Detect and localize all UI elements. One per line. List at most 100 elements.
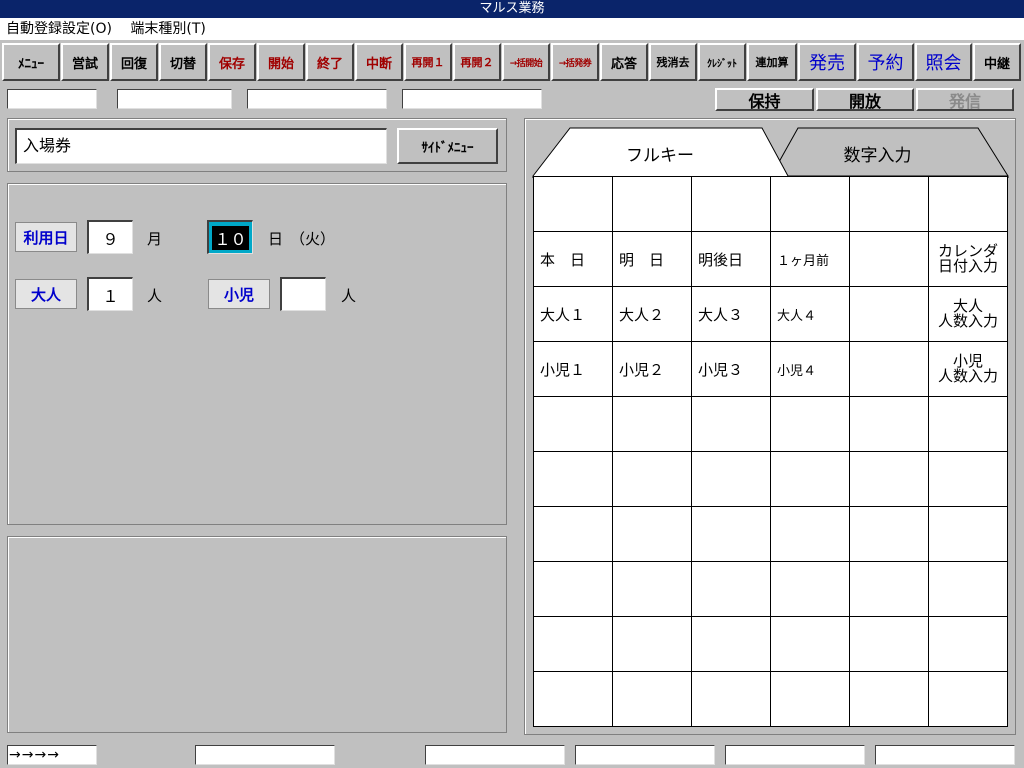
keypad-key[interactable] <box>612 671 692 727</box>
keypad-key[interactable]: カレンダ 日付入力 <box>928 231 1008 287</box>
pause-button[interactable]: 中断 <box>355 43 403 81</box>
keypad-key[interactable] <box>928 616 1008 672</box>
menu-auto-register[interactable]: 自動登録設定(O) <box>6 21 112 37</box>
keypad-key[interactable]: 小児４ <box>770 341 850 397</box>
keypad-key[interactable] <box>612 396 692 452</box>
start-button[interactable]: 開始 <box>257 43 305 81</box>
serial-add-button[interactable]: 連加算 <box>747 43 797 81</box>
save-button[interactable]: 保存 <box>208 43 256 81</box>
keypad-key[interactable] <box>612 176 692 232</box>
window-title: マルス業務 <box>0 0 1024 18</box>
keypad-key[interactable] <box>691 451 771 507</box>
keypad-key[interactable]: 小児２ <box>612 341 692 397</box>
keypad-key[interactable]: 小児 人数入力 <box>928 341 1008 397</box>
keypad-key[interactable] <box>849 341 929 397</box>
keypad-key[interactable] <box>691 506 771 562</box>
keypad-key[interactable] <box>533 561 613 617</box>
keypad-key[interactable] <box>928 176 1008 232</box>
keypad-key[interactable] <box>849 506 929 562</box>
keypad-key[interactable] <box>612 506 692 562</box>
keypad-key[interactable] <box>849 176 929 232</box>
keypad-key[interactable] <box>691 396 771 452</box>
hold-button[interactable]: 保持 <box>715 88 814 111</box>
keypad-key[interactable]: 大人３ <box>691 286 771 342</box>
keypad-key[interactable] <box>849 231 929 287</box>
keypad-key[interactable] <box>533 451 613 507</box>
keypad-key[interactable] <box>533 671 613 727</box>
keypad-key[interactable] <box>928 561 1008 617</box>
keypad-key[interactable] <box>533 616 613 672</box>
batch-issue-button[interactable]: →括発券 <box>551 43 599 81</box>
keypad-key[interactable] <box>928 451 1008 507</box>
keypad-key[interactable]: 大人４ <box>770 286 850 342</box>
credit-button[interactable]: ｸﾚｼﾞｯﾄ <box>698 43 746 81</box>
keypad-row <box>533 506 1008 562</box>
keypad-key[interactable] <box>928 671 1008 727</box>
keypad-key[interactable]: 大人 人数入力 <box>928 286 1008 342</box>
tab-full-key[interactable]: フルキー <box>575 140 745 166</box>
status-box-4 <box>725 745 865 765</box>
sell-button[interactable]: 発売 <box>798 43 856 81</box>
keypad-key[interactable] <box>533 506 613 562</box>
keypad-key[interactable] <box>849 671 929 727</box>
resume1-button[interactable]: 再開１ <box>404 43 452 81</box>
keypad-key[interactable] <box>533 176 613 232</box>
keypad-key[interactable] <box>770 616 850 672</box>
keypad-key[interactable]: 大人１ <box>533 286 613 342</box>
keypad-key[interactable] <box>691 616 771 672</box>
switch-button[interactable]: 切替 <box>159 43 207 81</box>
keypad-key[interactable] <box>612 616 692 672</box>
keypad-row: 本 日明 日明後日 １ヶ月前 カレンダ 日付入力 <box>533 231 1008 287</box>
keypad-key[interactable] <box>849 396 929 452</box>
menu-button[interactable]: ﾒﾆｭｰ <box>2 43 60 81</box>
clear-remaining-button[interactable]: 残消去 <box>649 43 697 81</box>
recover-button[interactable]: 回復 <box>110 43 158 81</box>
status-box-2 <box>425 745 565 765</box>
menu-terminal-type[interactable]: 端末種別(T) <box>130 21 205 37</box>
keypad-key[interactable]: 明後日 <box>691 231 771 287</box>
ticket-type-field[interactable]: 入場券 <box>15 128 387 164</box>
release-button[interactable]: 開放 <box>816 88 914 111</box>
send-button[interactable]: 発信 <box>916 88 1014 111</box>
adult-count-input[interactable]: １ <box>87 277 133 311</box>
keypad-key[interactable]: 小児３ <box>691 341 771 397</box>
resume2-button[interactable]: 再開２ <box>453 43 501 81</box>
trial-button[interactable]: 営試 <box>61 43 109 81</box>
keypad-key[interactable] <box>770 561 850 617</box>
keypad-key[interactable] <box>849 286 929 342</box>
keypad-key[interactable] <box>770 506 850 562</box>
relay-button[interactable]: 中継 <box>973 43 1021 81</box>
respond-button[interactable]: 応答 <box>600 43 648 81</box>
keypad-key[interactable] <box>770 176 850 232</box>
batch-start-button[interactable]: →括開始 <box>502 43 550 81</box>
keypad-key[interactable]: １ヶ月前 <box>770 231 850 287</box>
end-button[interactable]: 終了 <box>306 43 354 81</box>
keypad-key[interactable] <box>849 451 929 507</box>
inquiry-button[interactable]: 照会 <box>915 43 972 81</box>
keypad-key[interactable] <box>770 396 850 452</box>
reserve-button[interactable]: 予約 <box>857 43 914 81</box>
keypad-key[interactable] <box>770 451 850 507</box>
child-count-input[interactable] <box>280 277 326 311</box>
day-input[interactable]: １０ <box>207 220 253 254</box>
keypad-key[interactable] <box>849 616 929 672</box>
child-unit: 人 <box>341 287 357 305</box>
keypad-key[interactable] <box>691 561 771 617</box>
keypad-key[interactable] <box>770 671 850 727</box>
keypad-row: 大人１ 大人２ 大人３ 大人４ 大人 人数入力 <box>533 286 1008 342</box>
keypad-key[interactable] <box>691 671 771 727</box>
keypad-key[interactable] <box>691 176 771 232</box>
side-menu-button[interactable]: ｻｲﾄﾞﾒﾆｭｰ <box>397 128 498 164</box>
keypad-key[interactable] <box>928 506 1008 562</box>
keypad-key[interactable]: 小児１ <box>533 341 613 397</box>
keypad-key[interactable]: 大人２ <box>612 286 692 342</box>
keypad-key[interactable] <box>612 561 692 617</box>
keypad-key[interactable]: 本 日 <box>533 231 613 287</box>
keypad-key[interactable] <box>928 396 1008 452</box>
keypad-key[interactable] <box>533 396 613 452</box>
tab-numeric-input[interactable]: 数字入力 <box>790 140 965 166</box>
month-input[interactable]: ９ <box>87 220 133 254</box>
keypad-key[interactable] <box>612 451 692 507</box>
keypad-key[interactable]: 明 日 <box>612 231 692 287</box>
keypad-key[interactable] <box>849 561 929 617</box>
